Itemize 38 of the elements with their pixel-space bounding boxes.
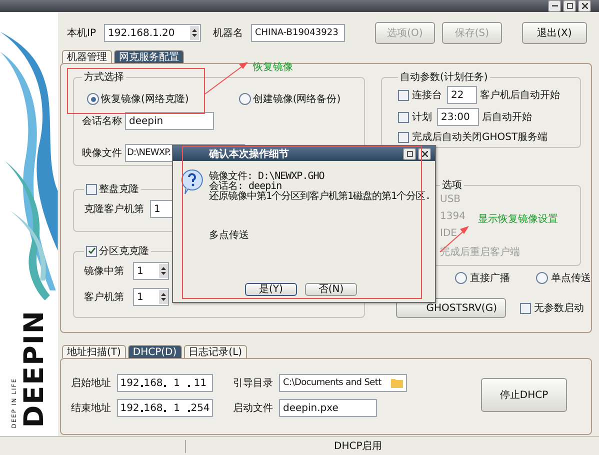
checkbox-label: 无参数启动 <box>534 302 584 315</box>
group-title: 方式选择 <box>84 70 124 84</box>
dialog-title: 确认本次操作细节 <box>209 148 289 160</box>
field-label: 结束地址 <box>71 402 111 415</box>
dialog-text: 镜像文件: D:\NEWXP.GHO <box>209 172 326 182</box>
logo: DEEPIN <box>20 310 48 428</box>
checkbox-label: 分区克克隆 <box>99 244 149 258</box>
field-label: 镜像中第 <box>84 264 124 278</box>
field-label: 启始地址 <box>71 376 111 390</box>
option-label: USB <box>440 194 461 205</box>
group-title: 选项 <box>442 178 462 192</box>
machine-name-label: 机器名 <box>212 26 243 40</box>
annotation-text: 显示恢复镜像设置 <box>478 212 558 226</box>
checkbox-label: 计划 <box>412 110 432 124</box>
option-label: 1394 <box>440 211 466 222</box>
radio-label: 创建镜像(网络备份) <box>252 92 341 106</box>
dialog-text: 多点传送 <box>209 228 249 242</box>
group-title: 自动参数(计划任务) <box>400 70 488 84</box>
checkbox-label: 整盘克隆 <box>99 182 139 196</box>
field-label: 客户机第 <box>84 290 124 304</box>
checkbox-label: 连接台 <box>412 88 442 102</box>
field-label: 会话名称 <box>82 114 122 128</box>
annotation-text: 恢复镜像 <box>253 60 293 74</box>
field-suffix: 后自动开始 <box>482 110 532 124</box>
dialog-text: 会话名: deepin <box>209 182 282 192</box>
field-label: 启动文件 <box>233 402 273 415</box>
field-label: 克隆客户机第 <box>84 202 144 216</box>
radio-label: 单点传送 <box>551 272 591 285</box>
field-label: 引导目录 <box>233 377 273 390</box>
status-text: DHCP启用 <box>334 440 382 453</box>
option-label: IDE <box>440 228 457 239</box>
field-label: 映像文件 <box>82 146 122 160</box>
ip-label: 本机IP <box>67 26 96 40</box>
radio-label: 恢复镜像(网络克隆) <box>101 92 189 106</box>
option-label: 完成后重启客户端 <box>440 246 520 259</box>
field-suffix: 客户机后自动开始 <box>480 88 560 102</box>
checkbox-label: 完成后自动关闭GHOST服务端 <box>412 130 548 144</box>
radio-label: 直接广播 <box>470 272 510 285</box>
